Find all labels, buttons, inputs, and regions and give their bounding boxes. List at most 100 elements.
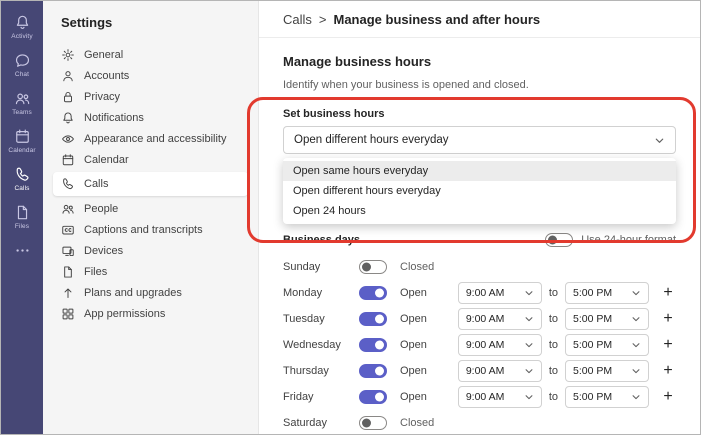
use-24-hour-toggle[interactable] — [545, 233, 574, 247]
start-time-value: 9:00 AM — [465, 339, 505, 351]
breadcrumb: Calls > Manage business and after hours — [259, 1, 700, 38]
use-24-hour-label: Use 24-hour format — [581, 234, 676, 246]
sidebar-item-label: People — [84, 202, 119, 215]
end-time-select[interactable]: 5:00 PM — [565, 386, 649, 408]
sidebar-item-accounts[interactable]: Accounts — [53, 65, 248, 86]
dropdown-option[interactable]: Open 24 hours — [283, 201, 676, 221]
gear-icon — [61, 48, 75, 62]
day-state-label: Closed — [400, 417, 435, 429]
rail-item-files[interactable]: Files — [1, 199, 43, 235]
app-rail: Activity Chat Teams Calendar Calls Files — [1, 1, 43, 434]
sidebar-item-appearance-and-accessibility[interactable]: Appearance and accessibility — [53, 128, 248, 149]
business-hours-listbox: Open same hours everyday Open different h… — [283, 158, 676, 224]
day-open-toggle[interactable] — [359, 338, 387, 352]
time-range-group: 9:00 AM to 5:00 PM + — [457, 308, 676, 330]
end-time-select[interactable]: 5:00 PM — [565, 282, 649, 304]
sidebar-item-files[interactable]: Files — [53, 261, 248, 282]
business-hours-select-value: Open different hours everyday — [294, 134, 449, 146]
more-icon — [14, 242, 31, 259]
toggle-knob — [362, 418, 371, 428]
rail-item-calendar[interactable]: Calendar — [1, 123, 43, 159]
rail-item-label: Chat — [14, 71, 30, 78]
sidebar-item-label: Files — [84, 265, 108, 278]
business-day-row: Wednesday Open 9:00 AM to 5:00 PM + — [283, 332, 676, 358]
settings-title: Settings — [61, 15, 113, 30]
sidebar-item-calls[interactable]: Calls — [53, 172, 248, 196]
start-time-value: 9:00 AM — [465, 287, 505, 299]
chevron-down-icon — [631, 340, 641, 350]
toggle-knob — [375, 340, 384, 350]
sidebar-item-general[interactable]: General — [53, 44, 248, 65]
bell-icon — [61, 111, 75, 125]
add-time-range-button[interactable]: + — [660, 311, 676, 327]
sidebar-item-calendar[interactable]: Calendar — [53, 149, 248, 170]
add-time-range-button[interactable]: + — [660, 389, 676, 405]
rail-item-more[interactable] — [1, 237, 43, 264]
chevron-down-icon — [524, 392, 534, 402]
start-time-select[interactable]: 9:00 AM — [457, 386, 542, 408]
day-open-toggle[interactable] — [359, 416, 387, 430]
rail-item-teams[interactable]: Teams — [1, 85, 43, 121]
day-label: Monday — [283, 287, 323, 299]
add-time-range-button[interactable]: + — [660, 337, 676, 353]
rail-item-calls[interactable]: Calls — [1, 161, 43, 197]
breadcrumb-parent[interactable]: Calls — [283, 12, 312, 27]
end-time-select[interactable]: 5:00 PM — [565, 334, 649, 356]
sidebar-item-app-permissions[interactable]: App permissions — [53, 303, 248, 324]
sidebar-item-label: Calls — [84, 178, 109, 190]
rail-item-activity[interactable]: Activity — [1, 9, 43, 45]
start-time-select[interactable]: 9:00 AM — [457, 308, 542, 330]
add-time-range-button[interactable]: + — [660, 363, 676, 379]
business-day-row: Thursday Open 9:00 AM to 5:00 PM + — [283, 358, 676, 384]
end-time-select[interactable]: 5:00 PM — [565, 308, 649, 330]
rail-item-chat[interactable]: Chat — [1, 47, 43, 83]
day-open-toggle[interactable] — [359, 390, 387, 404]
eye-icon — [61, 132, 75, 146]
sidebar-item-label: App permissions — [84, 307, 166, 320]
start-time-select[interactable]: 9:00 AM — [457, 282, 542, 304]
add-time-range-button[interactable]: + — [660, 285, 676, 301]
rail-item-label: Calendar — [8, 147, 36, 154]
toggle-knob — [548, 235, 558, 245]
chat-icon — [14, 52, 31, 69]
day-state-label: Open — [400, 391, 427, 403]
toggle-knob — [375, 288, 384, 298]
rail-item-label: Activity — [11, 33, 33, 40]
day-open-toggle[interactable] — [359, 286, 387, 300]
sidebar-item-label: Accounts — [84, 69, 130, 82]
business-day-row: Saturday Closed — [283, 410, 676, 434]
day-label: Tuesday — [283, 313, 325, 325]
dropdown-option[interactable]: Open same hours everyday — [283, 161, 676, 181]
sidebar-item-notifications[interactable]: Notifications — [53, 107, 248, 128]
end-time-value: 5:00 PM — [573, 313, 613, 325]
time-range-group: 9:00 AM to 5:00 PM + — [457, 334, 676, 356]
dropdown-option[interactable]: Open different hours everyday — [283, 181, 676, 201]
rail-item-label: Files — [14, 223, 30, 230]
end-time-select[interactable]: 5:00 PM — [565, 360, 649, 382]
captions-icon — [61, 223, 75, 237]
sidebar-item-label: Appearance and accessibility — [84, 132, 227, 145]
sidebar-item-devices[interactable]: Devices — [53, 240, 248, 261]
day-open-toggle[interactable] — [359, 260, 387, 274]
day-label: Thursday — [283, 365, 329, 377]
sidebar-item-label: Privacy — [84, 90, 121, 103]
sidebar-item-captions-and-transcripts[interactable]: Captions and transcripts — [53, 219, 248, 240]
settings-sidebar: Settings General Accounts Privacy Notificat… — [43, 1, 259, 434]
day-open-toggle[interactable] — [359, 364, 387, 378]
time-range-group: 9:00 AM to 5:00 PM + — [457, 360, 676, 382]
chevron-down-icon — [524, 340, 534, 350]
person-icon — [61, 69, 75, 83]
devices-icon — [61, 244, 75, 258]
day-open-toggle[interactable] — [359, 312, 387, 326]
upgrade-icon — [61, 286, 75, 300]
sidebar-item-plans-and-upgrades[interactable]: Plans and upgrades — [53, 282, 248, 303]
format-toggle-group: Use 24-hour format — [545, 233, 676, 247]
start-time-select[interactable]: 9:00 AM — [457, 360, 542, 382]
sidebar-item-privacy[interactable]: Privacy — [53, 86, 248, 107]
sidebar-item-label: Devices — [84, 244, 124, 257]
calendar-icon — [61, 153, 75, 167]
start-time-select[interactable]: 9:00 AM — [457, 334, 542, 356]
business-hours-select[interactable]: Open different hours everyday — [283, 126, 676, 154]
sidebar-item-people[interactable]: People — [53, 198, 248, 219]
end-time-value: 5:00 PM — [573, 365, 613, 377]
